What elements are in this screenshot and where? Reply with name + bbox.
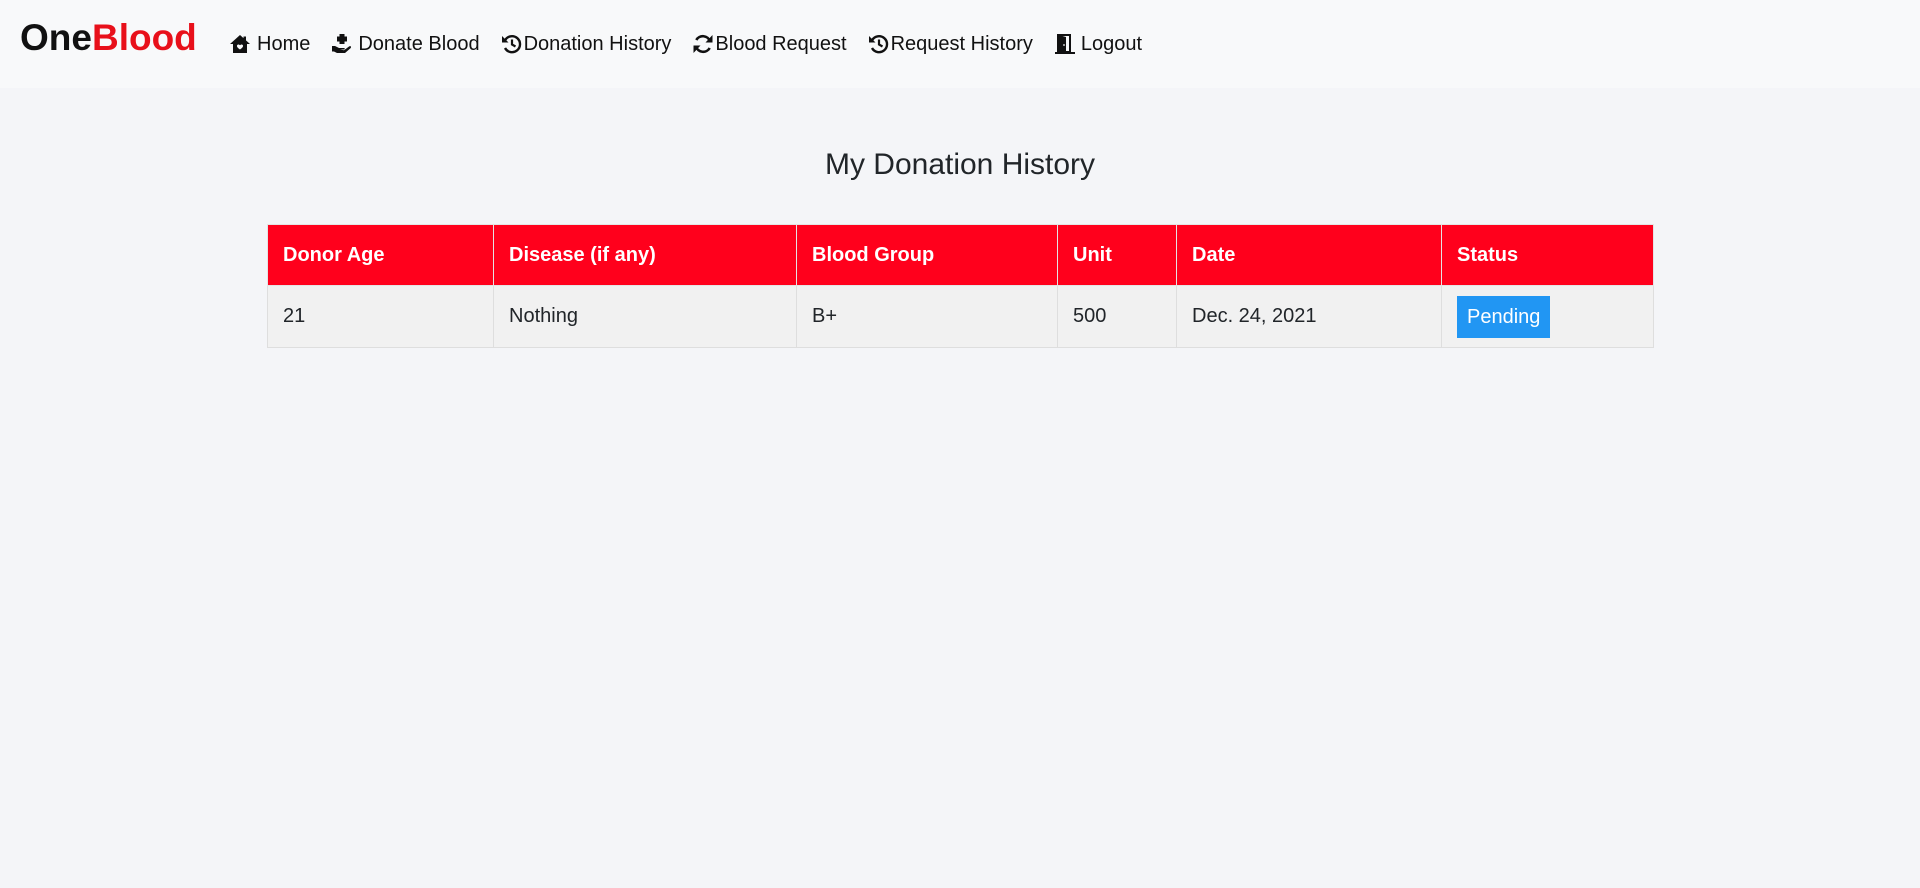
brand-logo[interactable]: OneBlood bbox=[20, 14, 197, 62]
navbar: OneBlood Home Donate Blood Donation Hist… bbox=[0, 0, 1920, 88]
nav-item-label: Home bbox=[257, 33, 311, 55]
cell-donor-age: 21 bbox=[267, 285, 494, 348]
hand-holding-icon bbox=[330, 32, 354, 56]
column-header-disease: Disease (if any) bbox=[493, 224, 797, 286]
door-exit-icon bbox=[1053, 32, 1077, 56]
brand-name-part1: One bbox=[20, 17, 92, 58]
nav-item-logout[interactable]: Logout bbox=[1053, 30, 1142, 58]
cell-status: Pending bbox=[1441, 285, 1654, 348]
column-header-date: Date bbox=[1176, 224, 1442, 286]
nav-item-label: Donation History bbox=[523, 33, 672, 55]
nav-menu: Home Donate Blood Donation History Blood… bbox=[228, 30, 1142, 58]
nav-item-label: Donate Blood bbox=[358, 33, 480, 55]
brand-name-part2: Blood bbox=[91, 17, 197, 58]
nav-item-label: Blood Request bbox=[715, 33, 847, 55]
home-icon bbox=[228, 32, 252, 56]
cell-date: Dec. 24, 2021 bbox=[1176, 285, 1442, 348]
sync-icon bbox=[691, 32, 715, 56]
nav-item-blood-request[interactable]: Blood Request bbox=[691, 30, 847, 58]
nav-item-label: Logout bbox=[1080, 33, 1143, 55]
cell-unit: 500 bbox=[1057, 285, 1177, 348]
nav-item-request-history[interactable]: Request History bbox=[867, 30, 1033, 58]
cell-disease: Nothing bbox=[493, 285, 797, 348]
nav-item-donation-history[interactable]: Donation History bbox=[500, 30, 672, 58]
column-header-blood-group: Blood Group bbox=[796, 224, 1058, 286]
nav-item-donate-blood[interactable]: Donate Blood bbox=[330, 30, 480, 58]
column-header-donor-age: Donor Age bbox=[267, 224, 494, 286]
table-row: 21 Nothing B+ 500 Dec. 24, 2021 Pending bbox=[267, 285, 1654, 348]
column-header-status: Status bbox=[1441, 224, 1654, 286]
table-header-row: Donor Age Disease (if any) Blood Group U… bbox=[267, 224, 1654, 286]
nav-item-label: Request History bbox=[890, 33, 1033, 55]
page-title: My Donation History bbox=[824, 148, 1096, 181]
history-icon bbox=[867, 32, 891, 56]
donation-history-table: Donor Age Disease (if any) Blood Group U… bbox=[267, 224, 1654, 348]
status-badge: Pending bbox=[1457, 295, 1551, 338]
history-icon bbox=[500, 32, 524, 56]
column-header-unit: Unit bbox=[1057, 224, 1177, 286]
cell-blood-group: B+ bbox=[796, 285, 1058, 348]
nav-item-home[interactable]: Home bbox=[228, 30, 310, 58]
